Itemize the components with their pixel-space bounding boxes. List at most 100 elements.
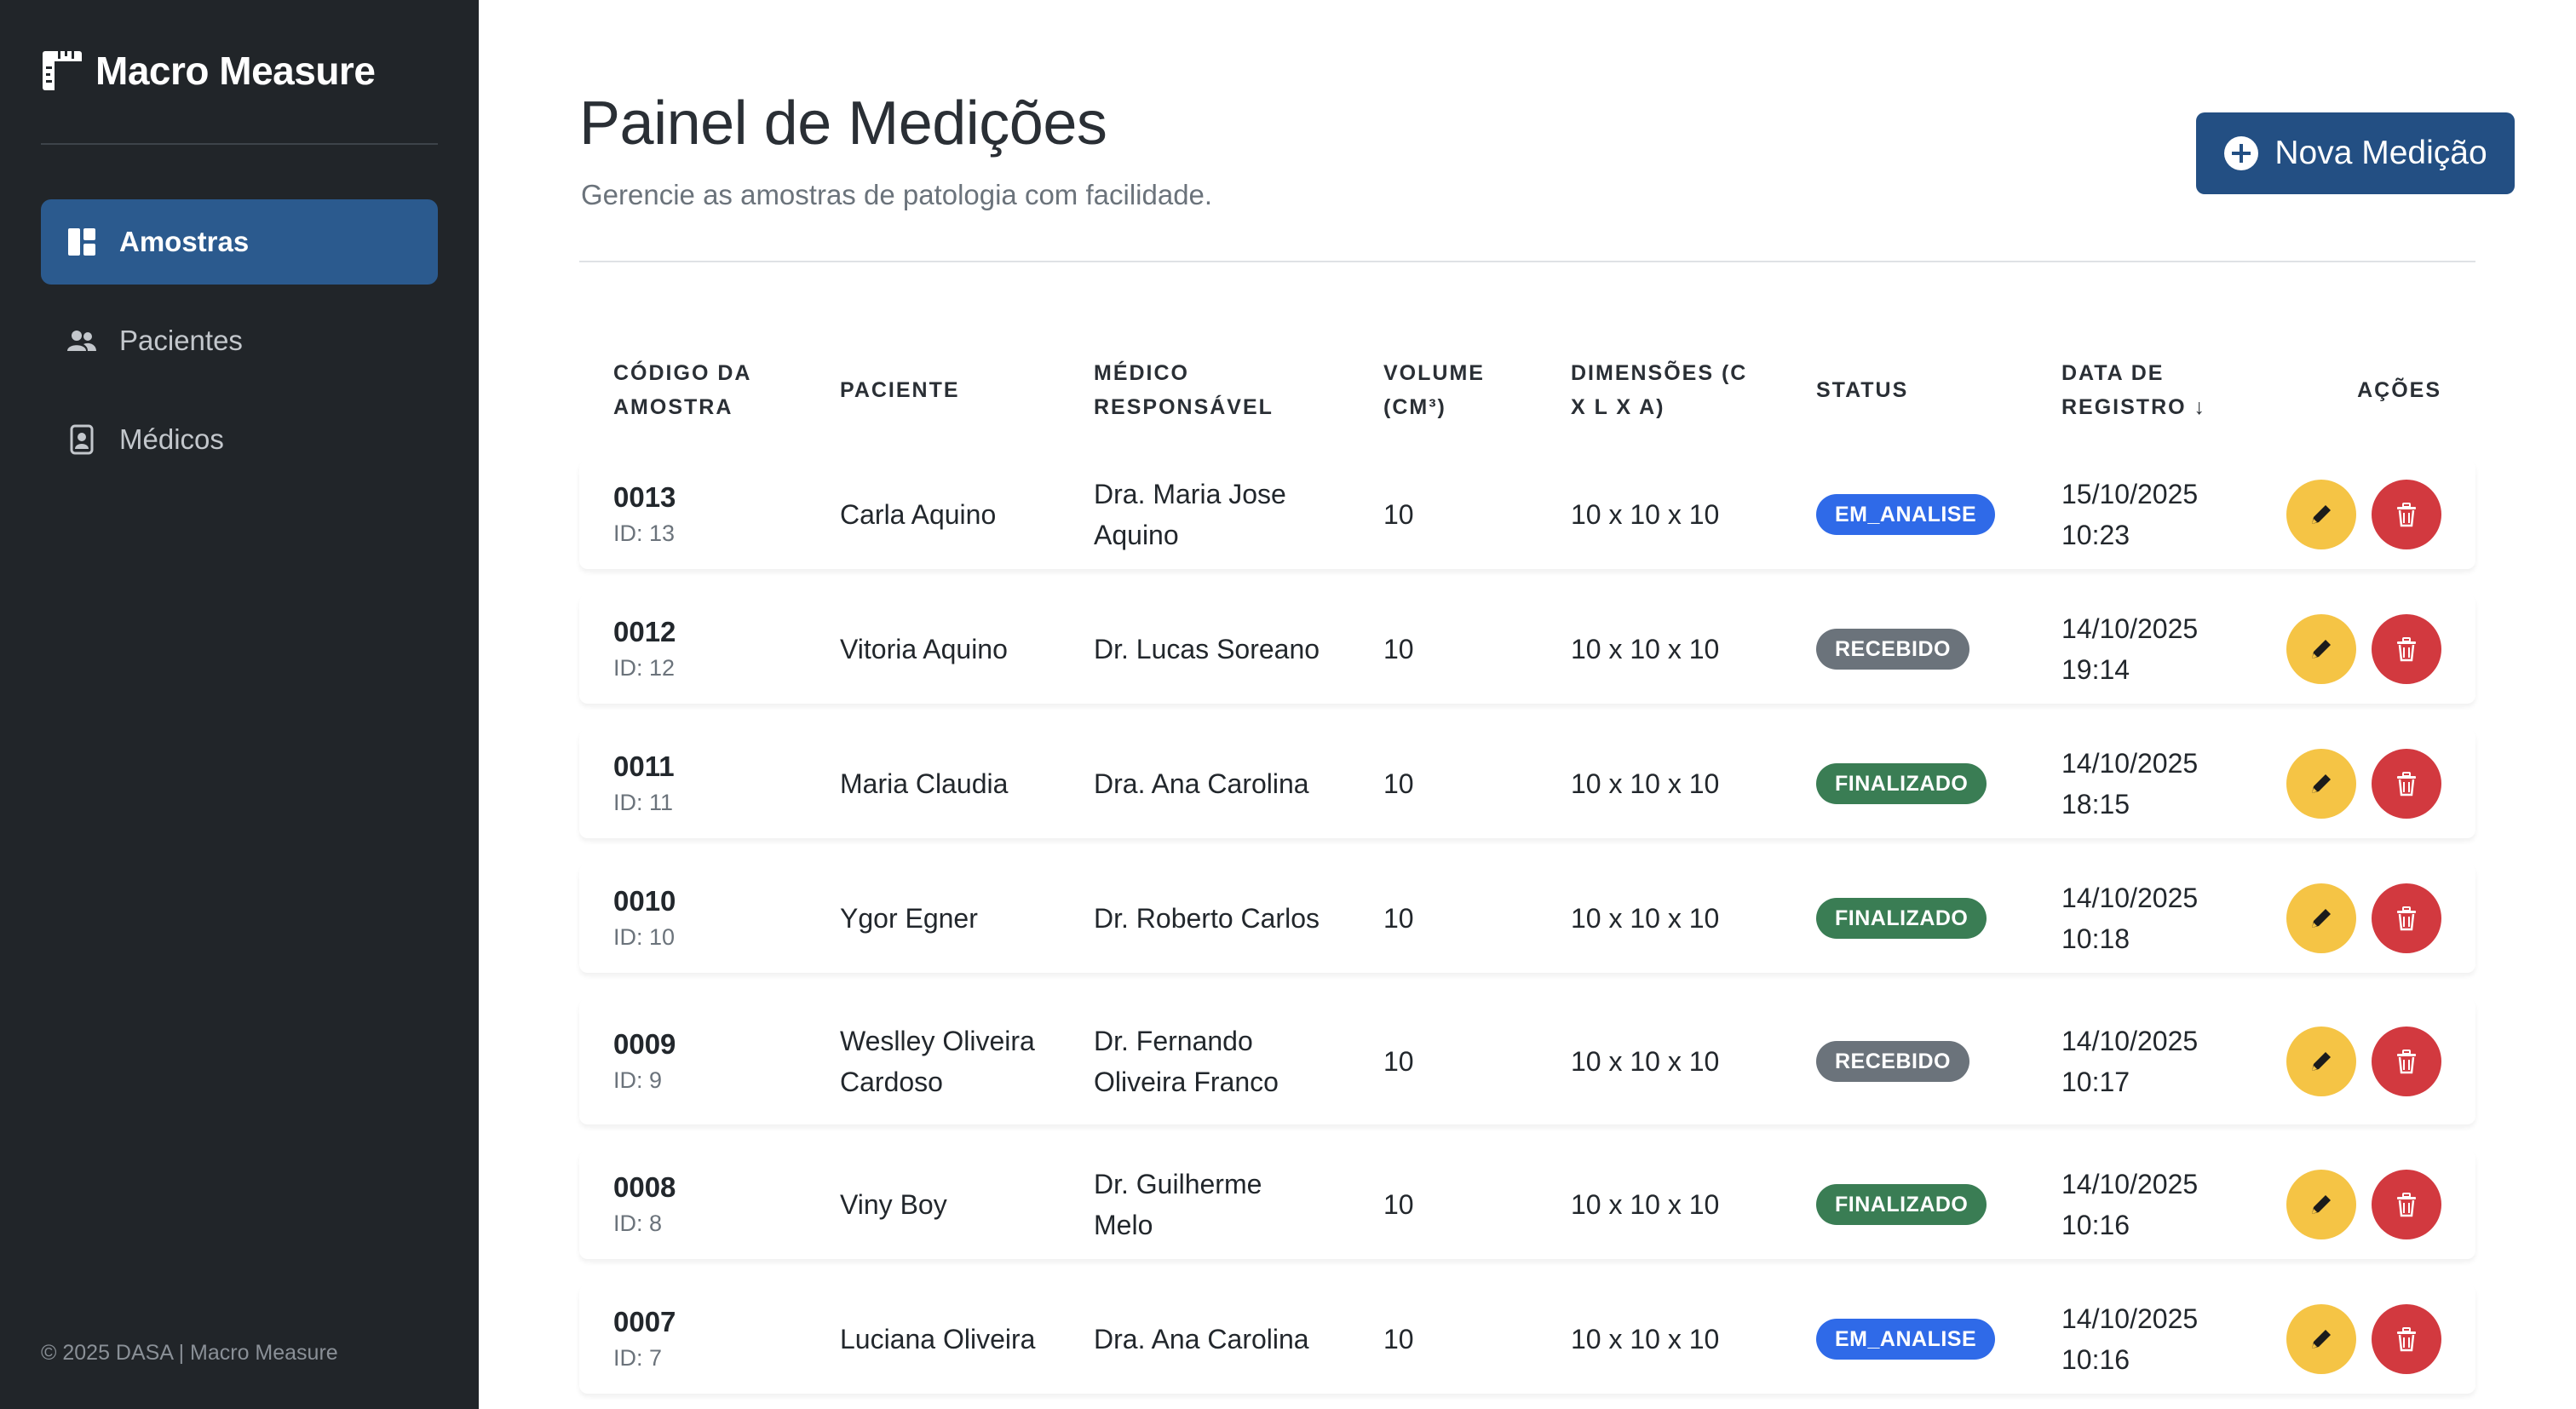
cell-volume: 10	[1383, 460, 1511, 569]
cell-dimensions-text: 10 x 10 x 10	[1571, 634, 1720, 664]
sidebar-item-amostras[interactable]: Amostras	[41, 199, 438, 285]
cell-date: 14/10/2025 10:18	[2061, 864, 2232, 973]
cell-date-text: 14/10/2025 10:18	[2061, 883, 2199, 954]
cell-doctor: Dra. Ana Carolina	[1094, 729, 1324, 838]
sample-id: ID: 10	[613, 924, 676, 950]
cell-volume-text: 10	[1383, 499, 1414, 530]
sidebar-item-medicos[interactable]: Médicos	[41, 397, 438, 482]
people-icon	[66, 325, 97, 356]
sidebar-item-label: Pacientes	[119, 325, 243, 356]
delete-button[interactable]	[2372, 480, 2441, 549]
delete-button[interactable]	[2372, 883, 2441, 953]
cell-status: EM_ANALISE	[1816, 460, 2029, 569]
cell-patient: Weslley Oliveira Cardoso	[840, 998, 1053, 1124]
table-row[interactable]: 0009 ID: 9 Weslley Oliveira Cardoso Dr. Fer…	[579, 998, 2475, 1124]
header-divider	[579, 261, 2475, 262]
cell-status: RECEBIDO	[1816, 998, 2029, 1124]
cell-status: EM_ANALISE	[1816, 1285, 2029, 1394]
edit-button[interactable]	[2286, 1027, 2356, 1096]
cell-dimensions: 10 x 10 x 10	[1571, 460, 1784, 569]
cell-date-text: 14/10/2025 10:16	[2061, 1169, 2199, 1240]
sidebar-item-label: Amostras	[119, 226, 250, 257]
edit-button[interactable]	[2286, 749, 2356, 819]
sample-code: 0007	[613, 1306, 676, 1337]
status-badge: EM_ANALISE	[1816, 494, 1996, 535]
status-badge: FINALIZADO	[1816, 1184, 1987, 1225]
page-title: Painel de Medições	[579, 89, 1107, 158]
new-measurement-label: Nova Medição	[2274, 135, 2487, 171]
sample-id: ID: 11	[613, 790, 674, 815]
edit-button[interactable]	[2286, 883, 2356, 953]
sidebar-nav: Amostras Pacientes Médicos	[41, 199, 438, 496]
cell-volume: 10	[1383, 998, 1511, 1124]
pencil-icon	[2312, 1052, 2331, 1071]
cell-date: 14/10/2025 19:14	[2061, 595, 2232, 704]
status-badge: RECEBIDO	[1816, 629, 1969, 670]
table-row[interactable]: 0008 ID: 8 Viny Boy Dr. Guilherme Melo 10 10 …	[579, 1150, 2475, 1259]
cell-dimensions: 10 x 10 x 10	[1571, 998, 1784, 1124]
cell-doctor-text: Dra. Maria Jose Aquino	[1094, 479, 1286, 550]
delete-button[interactable]	[2372, 1027, 2441, 1096]
cell-date: 14/10/2025 10:16	[2061, 1150, 2232, 1259]
cell-date: 15/10/2025 10:23	[2061, 460, 2232, 569]
cell-patient: Ygor Egner	[840, 864, 1053, 973]
delete-button[interactable]	[2372, 1170, 2441, 1239]
cell-dimensions: 10 x 10 x 10	[1571, 864, 1784, 973]
cell-volume-text: 10	[1383, 768, 1414, 799]
sidebar: Macro Measure Amostras Pacientes Médicos…	[0, 0, 479, 1409]
sidebar-divider	[41, 143, 438, 145]
cell-doctor: Dra. Maria Jose Aquino	[1094, 460, 1324, 569]
cell-volume-text: 10	[1383, 634, 1414, 664]
table-row[interactable]: 0012 ID: 12 Vitoria Aquino Dr. Lucas Sorean…	[579, 595, 2475, 704]
col-header-status[interactable]: STATUS	[1816, 349, 1987, 431]
sample-code: 0012	[613, 616, 676, 647]
cell-patient: Maria Claudia	[840, 729, 1053, 838]
col-header-dimensions[interactable]: DIMENSÕES (C X L X A)	[1571, 349, 1767, 431]
col-header-code[interactable]: CÓDIGO DA AMOSTRA	[613, 349, 784, 431]
new-measurement-button[interactable]: Nova Medição	[2196, 112, 2515, 194]
edit-button[interactable]	[2286, 614, 2356, 684]
cell-dimensions-text: 10 x 10 x 10	[1571, 1189, 1720, 1220]
sample-id: ID: 9	[613, 1067, 663, 1093]
row-actions	[2286, 460, 2441, 569]
trash-icon	[2397, 1327, 2416, 1352]
pencil-icon	[2312, 774, 2331, 793]
cell-volume-text: 10	[1383, 903, 1414, 934]
pencil-icon	[2312, 1330, 2331, 1349]
status-badge: FINALIZADO	[1816, 763, 1987, 804]
sample-code: 0013	[613, 481, 676, 513]
cell-status: RECEBIDO	[1816, 595, 2029, 704]
cell-doctor-text: Dr. Lucas Soreano	[1094, 634, 1320, 664]
col-header-volume[interactable]: VOLUME (CM³)	[1383, 349, 1511, 431]
col-header-patient[interactable]: PACIENTE	[840, 349, 993, 431]
cell-date-text: 14/10/2025 10:16	[2061, 1303, 2199, 1375]
delete-button[interactable]	[2372, 1304, 2441, 1374]
sidebar-item-pacientes[interactable]: Pacientes	[41, 298, 438, 383]
table-row[interactable]: 0013 ID: 13 Carla Aquino Dra. Maria Jose Aq…	[579, 460, 2475, 569]
table-row[interactable]: 0007 ID: 7 Luciana Oliveira Dra. Ana Caroli…	[579, 1285, 2475, 1394]
cell-doctor: Dra. Ana Carolina	[1094, 1285, 1324, 1394]
edit-button[interactable]	[2286, 1304, 2356, 1374]
cell-doctor-text: Dra. Ana Carolina	[1094, 1324, 1309, 1354]
table-row[interactable]: 0011 ID: 11 Maria Claudia Dra. Ana Carolina…	[579, 729, 2475, 838]
cell-doctor: Dr. Guilherme Melo	[1094, 1150, 1324, 1259]
delete-button[interactable]	[2372, 614, 2441, 684]
trash-icon	[2397, 503, 2416, 527]
cell-status: FINALIZADO	[1816, 864, 2029, 973]
col-header-date[interactable]: DATA DE REGISTRO ↓	[2061, 349, 2232, 431]
cell-patient: Carla Aquino	[840, 460, 1053, 569]
cell-doctor-text: Dr. Guilherme Melo	[1094, 1169, 1262, 1240]
edit-button[interactable]	[2286, 1170, 2356, 1239]
cell-volume: 10	[1383, 595, 1511, 704]
row-actions	[2286, 1150, 2441, 1259]
cell-code: 0012 ID: 12	[613, 595, 801, 704]
main-content: Painel de Medições Gerencie as amostras …	[479, 0, 2576, 1409]
col-header-doctor[interactable]: MÉDICO RESPONSÁVEL	[1094, 349, 1307, 431]
cell-patient-text: Luciana Oliveira	[840, 1324, 1036, 1354]
edit-button[interactable]	[2286, 480, 2356, 549]
cell-patient-text: Carla Aquino	[840, 499, 997, 530]
table-row[interactable]: 0010 ID: 10 Ygor Egner Dr. Roberto Carlos 10…	[579, 864, 2475, 973]
cell-volume: 10	[1383, 1285, 1511, 1394]
brand[interactable]: Macro Measure	[41, 48, 376, 94]
delete-button[interactable]	[2372, 749, 2441, 819]
